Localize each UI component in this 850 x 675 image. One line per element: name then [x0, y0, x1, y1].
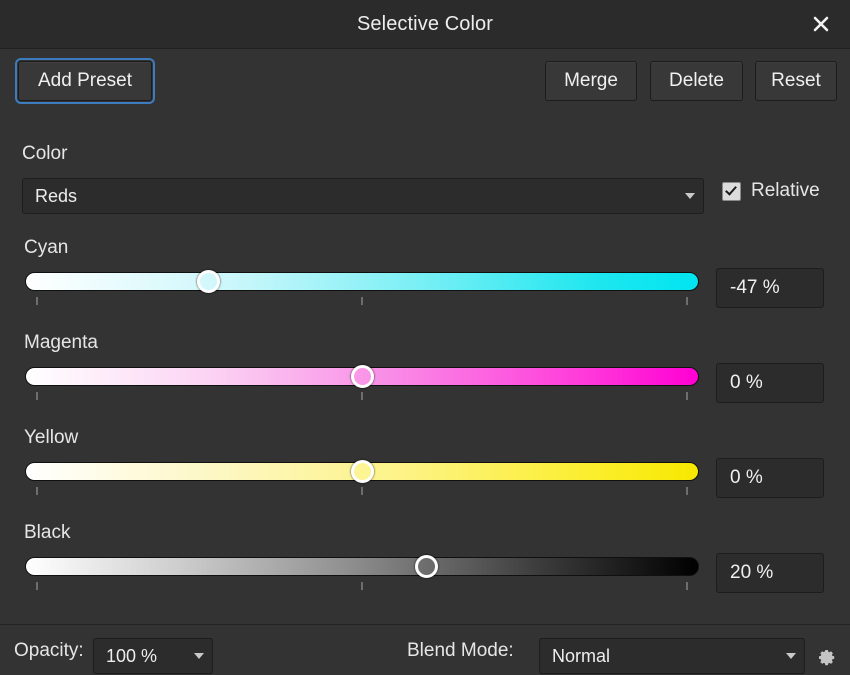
chevron-down-icon	[186, 653, 212, 659]
black-slider-track	[25, 557, 699, 576]
add-preset-button[interactable]: Add Preset	[15, 58, 155, 104]
blend-mode-select-value: Normal	[552, 645, 611, 666]
cyan-slider[interactable]	[25, 270, 699, 293]
magenta-slider[interactable]	[25, 365, 699, 388]
checkbox-box	[722, 181, 741, 201]
opacity-select[interactable]: 100 %	[93, 638, 213, 674]
cyan-label: Cyan	[24, 237, 69, 258]
relative-label: Relative	[751, 180, 820, 201]
cyan-value-input[interactable]: -47 %	[716, 268, 824, 308]
title-bar: Selective Color	[0, 0, 850, 49]
gear-icon[interactable]	[812, 641, 840, 669]
yellow-slider[interactable]	[25, 460, 699, 483]
chevron-down-icon	[677, 193, 703, 199]
black-slider-ticks	[25, 582, 699, 591]
opacity-label: Opacity:	[14, 640, 84, 661]
reset-button[interactable]: Reset	[755, 61, 837, 101]
magenta-slider-handle[interactable]	[350, 365, 374, 388]
yellow-slider-handle[interactable]	[350, 460, 374, 483]
merge-button[interactable]: Merge	[545, 61, 637, 101]
delete-button[interactable]: Delete	[650, 61, 743, 101]
black-slider[interactable]	[25, 555, 699, 578]
preset-toolbar: Add Preset Merge Delete Reset	[0, 49, 850, 112]
opacity-select-value: 100 %	[106, 645, 158, 666]
yellow-slider-ticks	[25, 487, 699, 496]
relative-checkbox[interactable]: Relative	[722, 180, 820, 202]
magenta-value-input[interactable]: 0 %	[716, 363, 824, 403]
black-slider-handle[interactable]	[414, 555, 438, 578]
black-value-input[interactable]: 20 %	[716, 553, 824, 593]
magenta-slider-ticks	[25, 392, 699, 401]
blend-mode-label: Blend Mode:	[407, 640, 514, 661]
yellow-value-input[interactable]: 0 %	[716, 458, 824, 498]
page-title: Selective Color	[356, 12, 493, 35]
black-label: Black	[24, 522, 71, 543]
cyan-slider-ticks	[25, 297, 699, 306]
yellow-label: Yellow	[24, 427, 79, 448]
cyan-slider-handle[interactable]	[196, 270, 220, 293]
dialog-body: Color Reds Relative Cyan -47 % Magenta 0…	[0, 111, 850, 625]
color-select-value: Reds	[35, 185, 78, 206]
chevron-down-icon	[778, 653, 804, 659]
cyan-slider-track	[25, 272, 699, 291]
color-select[interactable]: Reds	[22, 178, 704, 214]
selective-color-dialog: Selective Color Add Preset Merge Delete …	[0, 0, 850, 675]
close-icon[interactable]	[804, 8, 838, 40]
blend-mode-select[interactable]: Normal	[539, 638, 805, 674]
color-label: Color	[22, 143, 68, 164]
magenta-label: Magenta	[24, 332, 98, 353]
